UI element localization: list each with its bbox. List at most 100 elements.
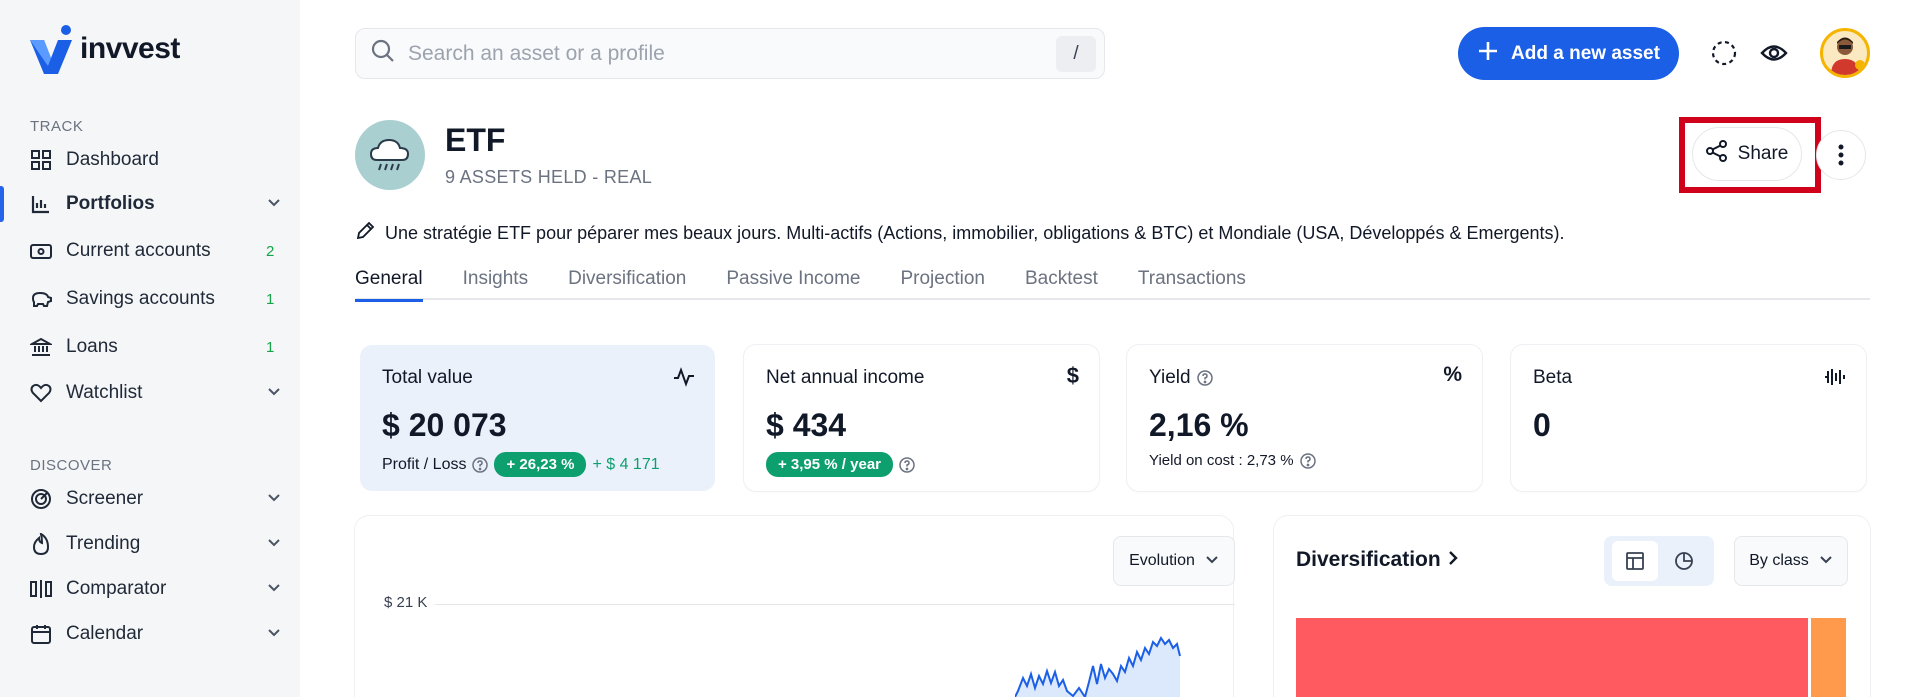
help-icon[interactable] xyxy=(472,456,489,473)
chevron-down-icon xyxy=(266,579,282,601)
card-label: Beta xyxy=(1533,367,1573,388)
sidebar-item-watchlist[interactable]: Watchlist xyxy=(0,373,300,413)
compare-icon xyxy=(30,578,52,600)
sidebar-item-label: Comparator xyxy=(66,578,167,599)
chevron-down-icon xyxy=(266,194,282,216)
pie-view-button[interactable] xyxy=(1661,541,1707,581)
profit-loss-label: Profit / Loss xyxy=(382,455,467,473)
view-toggle xyxy=(1604,536,1714,586)
avatar[interactable] xyxy=(1820,28,1870,78)
vertical-dots-icon xyxy=(1838,144,1844,166)
chevron-down-icon xyxy=(266,624,282,646)
app-logo[interactable]: invvest xyxy=(28,24,180,74)
sidebar-item-portfolios[interactable]: Portfolios xyxy=(0,184,300,224)
layout-icon xyxy=(1625,552,1644,570)
sidebar-item-label: Loans xyxy=(66,336,118,357)
chevron-down-icon xyxy=(1205,552,1219,571)
sidebar-item-label: Trending xyxy=(66,533,141,554)
sidebar-item-calendar[interactable]: Calendar xyxy=(0,614,300,654)
chevron-down-icon xyxy=(266,383,282,405)
evolution-dropdown[interactable]: Evolution xyxy=(1113,536,1235,586)
sidebar-item-trending[interactable]: Trending xyxy=(0,524,300,564)
eye-icon[interactable] xyxy=(1759,38,1789,68)
portfolio-title: ETF xyxy=(445,122,506,158)
beta-value: 0 xyxy=(1533,407,1551,443)
activity-icon xyxy=(673,367,695,392)
wallet-icon xyxy=(30,240,52,262)
card-label: Total value xyxy=(382,367,473,388)
portfolio-subtitle: 9 ASSETS HELD - REAL xyxy=(445,167,653,187)
portfolio-description[interactable]: Une stratégie ETF pour péparer mes beaux… xyxy=(355,221,1564,246)
sidebar-item-label: Portfolios xyxy=(66,193,155,214)
sidebar-item-label: Current accounts xyxy=(66,240,211,261)
search-placeholder: Search an asset or a profile xyxy=(408,41,665,65)
waveform-icon xyxy=(1824,367,1846,392)
tab-passive-income[interactable]: Passive Income xyxy=(726,262,860,300)
portfolio-icon xyxy=(355,120,425,190)
sidebar-item-savings-accounts[interactable]: Savings accounts 1 xyxy=(0,279,300,319)
help-icon[interactable] xyxy=(1299,452,1316,469)
treemap-block-secondary[interactable] xyxy=(1811,618,1846,697)
percent-icon: % xyxy=(1443,363,1462,386)
dollar-icon: $ xyxy=(1066,363,1079,388)
beta-card: Beta 0 xyxy=(1511,345,1866,491)
sidebar-item-current-accounts[interactable]: Current accounts 2 xyxy=(0,231,300,271)
discover-section-label: DISCOVER xyxy=(30,457,113,474)
flame-icon xyxy=(30,533,52,555)
diversification-link[interactable]: Diversification xyxy=(1296,548,1459,572)
treemap-view-button[interactable] xyxy=(1611,541,1658,581)
profit-loss-percent: + 26,23 % xyxy=(494,452,587,477)
help-icon[interactable] xyxy=(899,456,915,473)
search-icon xyxy=(370,38,396,69)
sidebar-item-loans[interactable]: Loans 1 xyxy=(0,327,300,367)
portfolio-tabs: General Insights Diversification Passive… xyxy=(355,262,1870,302)
card-label: Net annual income xyxy=(766,367,925,388)
evolution-line-chart xyxy=(1015,636,1181,697)
sidebar-item-label: Savings accounts xyxy=(66,288,215,309)
more-options-button[interactable] xyxy=(1816,130,1866,180)
sidebar-item-screener[interactable]: Screener xyxy=(0,479,300,519)
bank-icon xyxy=(30,336,52,358)
sidebar-item-label: Dashboard xyxy=(66,149,159,170)
count-badge: 1 xyxy=(266,290,275,308)
tab-projection[interactable]: Projection xyxy=(900,262,985,300)
share-button[interactable]: Share xyxy=(1692,127,1802,181)
yield-on-cost: Yield on cost : 2,73 % xyxy=(1149,452,1294,469)
help-icon[interactable] xyxy=(1196,370,1213,386)
share-label: Share xyxy=(1737,143,1789,164)
description-text: Une stratégie ETF pour péparer mes beaux… xyxy=(385,223,1565,243)
sidebar-item-dashboard[interactable]: Dashboard xyxy=(0,140,300,180)
chevron-down-icon xyxy=(266,489,282,511)
net-income-value: $ 434 xyxy=(766,407,847,443)
add-asset-button[interactable]: Add a new asset xyxy=(1458,27,1679,80)
group-by-dropdown[interactable]: By class xyxy=(1734,536,1848,586)
tab-transactions[interactable]: Transactions xyxy=(1138,262,1246,300)
diversification-title: Diversification xyxy=(1296,548,1441,571)
search-shortcut-key: / xyxy=(1056,36,1096,72)
total-value: $ 20 073 xyxy=(382,407,507,443)
income-rate: + 3,95 % / year xyxy=(766,452,893,477)
tab-general[interactable]: General xyxy=(355,262,423,302)
treemap-block-primary[interactable] xyxy=(1296,618,1808,697)
bar-chart-icon xyxy=(30,193,52,215)
calendar-icon xyxy=(30,623,52,645)
sidebar-item-comparator[interactable]: Comparator xyxy=(0,569,300,609)
radar-icon xyxy=(30,488,52,510)
search-bar[interactable]: Search an asset or a profile / xyxy=(355,28,1105,79)
pencil-icon[interactable] xyxy=(355,221,375,246)
grid-icon xyxy=(30,149,52,171)
share-icon xyxy=(1705,140,1728,168)
sidebar-item-label: Calendar xyxy=(66,623,144,644)
yield-card: Yield % 2,16 % Yield on cost : 2,73 % xyxy=(1127,345,1482,491)
plus-icon xyxy=(1477,40,1499,68)
net-income-card: Net annual income $ $ 434 + 3,95 % / yea… xyxy=(744,345,1099,491)
privacy-toggle-icon[interactable] xyxy=(1709,38,1739,68)
dropdown-label: Evolution xyxy=(1129,552,1195,569)
app-name: invvest xyxy=(80,32,180,65)
yield-value: 2,16 % xyxy=(1149,407,1249,443)
y-axis-tick: $ 21 K xyxy=(384,594,428,611)
tab-insights[interactable]: Insights xyxy=(463,262,528,300)
chevron-down-icon xyxy=(266,534,282,556)
tab-backtest[interactable]: Backtest xyxy=(1025,262,1098,300)
tab-diversification[interactable]: Diversification xyxy=(568,262,686,300)
